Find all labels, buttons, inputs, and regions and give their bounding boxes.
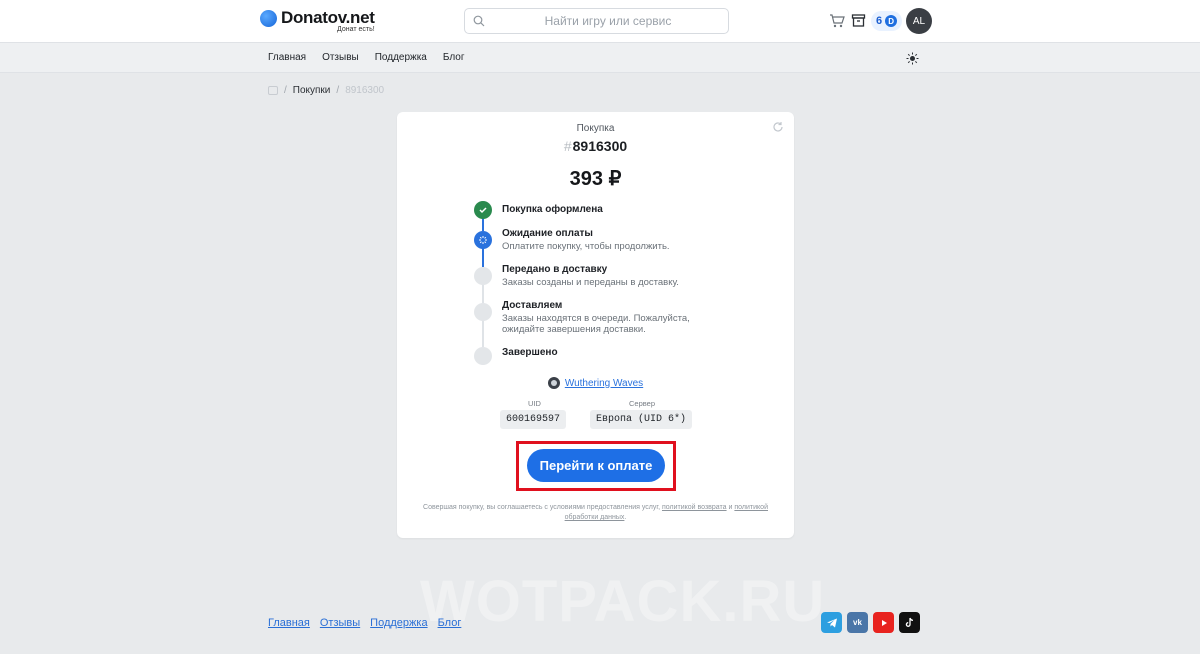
coin-icon: D [885, 15, 898, 27]
nav-links: Главная Отзывы Поддержка Блог [268, 52, 464, 63]
logo-name: Donatov.net [281, 8, 375, 27]
watermark: WOTPACK.RU [420, 569, 826, 634]
telegram-icon[interactable] [821, 612, 842, 633]
footer-link-blog[interactable]: Блог [438, 617, 462, 629]
step-title: Доставляем [502, 300, 563, 311]
order-hash: # [563, 138, 572, 154]
check-icon [474, 201, 492, 219]
step-title: Покупка оформлена [502, 204, 603, 215]
nav-item-home[interactable]: Главная [268, 52, 306, 63]
game-icon [547, 377, 560, 389]
step-pending-dot [474, 303, 492, 321]
nav-item-support[interactable]: Поддержка [375, 52, 427, 63]
step-title: Ожидание оплаты [502, 228, 593, 239]
game-name[interactable]: Wuthering Waves [565, 378, 643, 389]
nav-item-reviews[interactable]: Отзывы [322, 52, 359, 63]
cart-icon[interactable] [829, 13, 845, 29]
step-title: Передано в доставку [502, 264, 608, 275]
search-box[interactable] [464, 8, 729, 34]
social-links: vk [821, 612, 920, 633]
home-icon[interactable] [268, 86, 278, 95]
tiktok-icon[interactable] [899, 612, 920, 633]
vk-icon[interactable]: vk [847, 612, 868, 633]
balance-badge[interactable]: 6 D [871, 11, 903, 31]
top-header: Donatov.net Донат есть! 6 D AL [0, 0, 1200, 43]
order-number: #8916300 [397, 138, 794, 154]
site-logo[interactable]: Donatov.net Донат есть! [260, 9, 375, 33]
search-input[interactable] [491, 9, 725, 33]
order-label: Покупка [576, 123, 615, 134]
uid-label: UID [528, 399, 541, 408]
step-connector [482, 247, 484, 267]
step-pending-dot [474, 347, 492, 365]
loading-icon [474, 231, 492, 249]
uid-value: 600169597 [500, 410, 567, 429]
step-title: Завершено [502, 347, 558, 358]
breadcrumb: / Покупки / 8916300 [268, 85, 384, 96]
footer-link-support[interactable]: Поддержка [370, 617, 427, 629]
order-status-steps: Покупка оформлена Ожидание оплаты Оплати… [474, 201, 724, 366]
server-label: Сервер [629, 399, 656, 408]
refund-policy-link[interactable]: политикой возврата [662, 504, 727, 511]
breadcrumb-purchases[interactable]: Покупки [293, 85, 331, 96]
breadcrumb-current: 8916300 [345, 85, 385, 96]
orders-box-icon[interactable] [851, 13, 866, 28]
order-id: 8916300 [572, 138, 628, 154]
footer-link-reviews[interactable]: Отзывы [320, 617, 360, 629]
game-link[interactable]: Wuthering Waves [397, 377, 794, 389]
step-connector [482, 217, 484, 231]
order-price: 393 ₽ [569, 168, 622, 190]
order-card: Покупка #8916300 393 ₽ Покупка оформлена… [397, 112, 794, 538]
step-connector [482, 283, 484, 303]
nav-bar: Главная Отзывы Поддержка Блог [0, 43, 1200, 73]
theme-toggle-icon[interactable] [906, 52, 919, 65]
youtube-icon[interactable] [873, 612, 894, 633]
balance-value: 6 [876, 15, 883, 27]
footer-links: Главная Отзывы Поддержка Блог [268, 617, 461, 629]
nav-item-blog[interactable]: Блог [443, 52, 465, 63]
logo-icon [260, 10, 277, 27]
logo-tagline: Донат есть! [337, 26, 375, 33]
step-description: Заказы созданы и переданы в доставку. [502, 277, 679, 288]
step-description: Заказы находятся в очереди. Пожалуйста, … [502, 313, 690, 335]
step-connector [482, 319, 484, 347]
step-description: Оплатите покупку, чтобы продолжить. [502, 241, 670, 252]
pay-button[interactable]: Перейти к оплате [527, 449, 665, 482]
avatar[interactable]: AL [906, 8, 932, 34]
footer-link-home[interactable]: Главная [268, 617, 310, 629]
step-pending-dot [474, 267, 492, 285]
search-icon [473, 15, 485, 27]
legal-notice: Совершая покупку, вы соглашаетесь с усло… [423, 504, 768, 521]
server-value: Европа (UID 6*) [590, 410, 693, 429]
